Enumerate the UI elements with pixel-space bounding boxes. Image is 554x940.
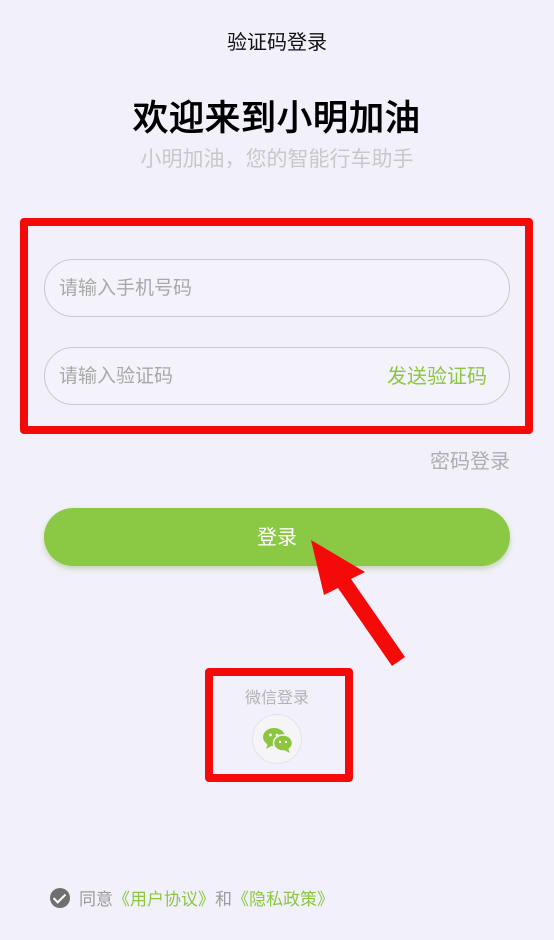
user-agreement-link[interactable]: 《用户协议》 [113, 885, 215, 910]
send-code-button[interactable]: 发送验证码 [387, 348, 487, 404]
agreement-prefix: 同意 [79, 890, 113, 910]
agreement-and: 和 [215, 890, 232, 910]
wechat-login-button[interactable] [252, 714, 302, 764]
code-field[interactable]: 发送验证码 [44, 347, 510, 405]
verification-code-input[interactable] [59, 348, 359, 404]
agree-check-icon[interactable] [50, 887, 70, 908]
phone-input[interactable] [59, 260, 359, 316]
login-button[interactable]: 登录 [44, 508, 510, 566]
agreement-row: 同意 《用户协议》 和 《隐私政策》 [50, 885, 334, 910]
welcome-subtitle: 小明加油，您的智能行车助手 [140, 147, 414, 171]
privacy-policy-link[interactable]: 《隐私政策》 [232, 885, 334, 910]
password-login-link[interactable]: 密码登录 [430, 445, 510, 474]
wechat-login-label: 微信登录 [244, 688, 309, 707]
wechat-icon [263, 728, 294, 753]
welcome-title: 欢迎来到小明加油 [132, 99, 421, 139]
phone-field[interactable] [44, 259, 510, 317]
nav-title: 验证码登录 [227, 30, 327, 54]
